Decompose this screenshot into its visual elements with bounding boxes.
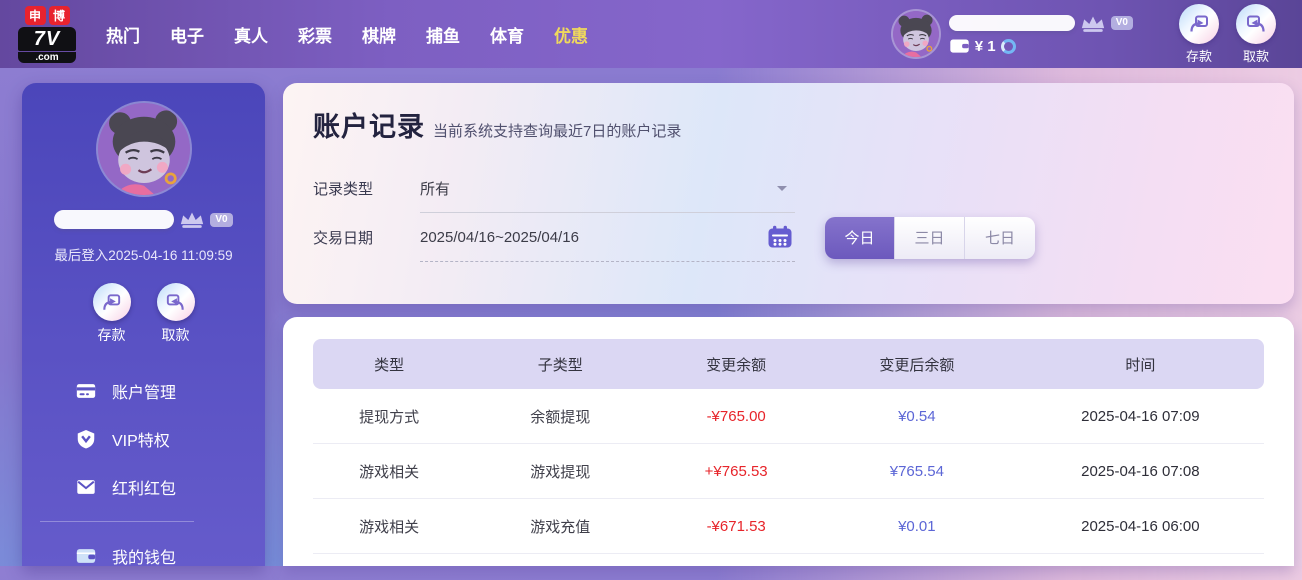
withdraw-button[interactable]: 取款 bbox=[1236, 4, 1276, 65]
records-table-panel: 类型 子类型 变更余额 变更后余额 时间 提现方式 余额提现 -¥765.00 … bbox=[283, 317, 1294, 566]
sidebar-divider bbox=[40, 521, 194, 522]
range-button-7days[interactable]: 七日 bbox=[965, 217, 1035, 259]
card-icon bbox=[75, 380, 97, 402]
site-logo[interactable]: 申 博 7V .com bbox=[18, 6, 76, 63]
username-masked bbox=[949, 15, 1075, 31]
logo-tag-2: 博 bbox=[49, 6, 70, 25]
envelope-icon bbox=[75, 476, 97, 498]
nav-item-slots[interactable]: 电子 bbox=[168, 18, 206, 51]
sidebar-vip-crown-icon bbox=[179, 210, 205, 229]
logo-sub-text: .com bbox=[18, 52, 76, 63]
table-header-subtype: 子类型 bbox=[465, 354, 655, 375]
cell-time: 2025-04-16 07:09 bbox=[1017, 408, 1264, 425]
cell-subtype: 游戏充值 bbox=[465, 516, 655, 537]
sidebar-deposit-icon bbox=[100, 291, 123, 314]
logo-main-text: 7V bbox=[18, 27, 76, 51]
table-row: 游戏相关 游戏提现 +¥765.53 ¥765.54 2025-04-16 07… bbox=[313, 444, 1264, 499]
record-type-label: 记录类型 bbox=[313, 178, 420, 199]
date-range-field[interactable]: 2025/04/16~2025/04/16 bbox=[420, 213, 795, 262]
nav-item-live[interactable]: 真人 bbox=[232, 18, 270, 51]
refresh-balance-icon[interactable] bbox=[1001, 39, 1016, 54]
vip-level-badge: V0 bbox=[1111, 16, 1133, 30]
record-type-select[interactable]: 所有 bbox=[420, 164, 795, 213]
transaction-date-label: 交易日期 bbox=[313, 227, 420, 248]
logo-tag-1: 申 bbox=[25, 6, 46, 25]
range-button-3days[interactable]: 三日 bbox=[895, 217, 965, 259]
sidebar-username-masked bbox=[54, 210, 174, 229]
date-range-value: 2025/04/16~2025/04/16 bbox=[420, 229, 579, 246]
sidebar-avatar bbox=[98, 103, 190, 195]
topbar-user-block: V0 ¥ 1 bbox=[893, 11, 1133, 57]
deposit-button[interactable]: 存款 bbox=[1179, 4, 1219, 65]
page-subtitle: 当前系统支持查询最近7日的账户记录 bbox=[433, 120, 681, 141]
cell-type: 游戏相关 bbox=[313, 516, 465, 537]
chevron-down-icon bbox=[777, 186, 787, 196]
top-navbar: 申 博 7V .com 热门 电子 真人 彩票 棋牌 捕鱼 体育 优惠 V0 bbox=[0, 0, 1302, 68]
cell-balance-after: ¥765.54 bbox=[817, 463, 1017, 480]
sidebar-item-label: 我的钱包 bbox=[112, 544, 176, 568]
record-type-value: 所有 bbox=[420, 178, 450, 199]
nav-item-fishing[interactable]: 捕鱼 bbox=[424, 18, 462, 51]
cell-balance-after: ¥0.01 bbox=[817, 518, 1017, 535]
calendar-icon[interactable] bbox=[767, 225, 793, 249]
withdraw-icon bbox=[1244, 12, 1268, 36]
shield-vip-icon bbox=[75, 428, 97, 450]
wallet-icon bbox=[949, 38, 970, 54]
sidebar-withdraw-label: 取款 bbox=[162, 325, 190, 345]
table-header-row: 类型 子类型 变更余额 变更后余额 时间 bbox=[313, 339, 1264, 389]
sidebar-item-bonus-redpacket[interactable]: 红利红包 bbox=[75, 463, 265, 511]
cell-balance-after: ¥0.54 bbox=[817, 408, 1017, 425]
cell-time: 2025-04-16 07:08 bbox=[1017, 463, 1264, 480]
cell-type: 游戏相关 bbox=[313, 461, 465, 482]
sidebar-withdraw-icon bbox=[164, 291, 187, 314]
user-avatar[interactable] bbox=[893, 11, 939, 57]
nav-item-sports[interactable]: 体育 bbox=[488, 18, 526, 51]
cell-change-amount: +¥765.53 bbox=[655, 463, 817, 480]
table-header-time: 时间 bbox=[1017, 354, 1264, 375]
nav-item-promos[interactable]: 优惠 bbox=[552, 18, 590, 51]
deposit-icon bbox=[1187, 12, 1211, 36]
date-range-toggle: 今日 三日 七日 bbox=[825, 217, 1035, 259]
user-sidebar: V0 最后登入2025-04-16 11:09:59 存款 取款 账户管理 VI… bbox=[22, 83, 265, 566]
table-header-change: 变更余额 bbox=[655, 354, 817, 375]
table-header-balance-after: 变更后余额 bbox=[817, 354, 1017, 375]
sidebar-deposit-button[interactable]: 存款 bbox=[93, 283, 131, 345]
sidebar-vip-level-badge: V0 bbox=[210, 213, 232, 227]
table-header-type: 类型 bbox=[313, 354, 465, 375]
table-row: 游戏相关 游戏充值 -¥671.53 ¥0.01 2025-04-16 06:0… bbox=[313, 499, 1264, 554]
cell-time: 2025-04-16 06:00 bbox=[1017, 518, 1264, 535]
sidebar-item-label: 红利红包 bbox=[112, 475, 176, 499]
withdraw-label: 取款 bbox=[1243, 46, 1269, 65]
balance-amount: ¥ 1 bbox=[975, 38, 996, 55]
sidebar-item-label: 账户管理 bbox=[112, 379, 176, 403]
cell-change-amount: -¥671.53 bbox=[655, 518, 817, 535]
account-records-header-panel: 账户记录 当前系统支持查询最近7日的账户记录 记录类型 所有 交易日期 2025… bbox=[283, 83, 1294, 304]
last-login-text: 最后登入2025-04-16 11:09:59 bbox=[54, 244, 232, 264]
main-menu: 热门 电子 真人 彩票 棋牌 捕鱼 体育 优惠 bbox=[104, 18, 590, 51]
range-button-today[interactable]: 今日 bbox=[825, 217, 895, 259]
cell-change-amount: -¥765.00 bbox=[655, 408, 817, 425]
nav-item-chess[interactable]: 棋牌 bbox=[360, 18, 398, 51]
nav-item-hot[interactable]: 热门 bbox=[104, 18, 142, 51]
nav-item-lottery[interactable]: 彩票 bbox=[296, 18, 334, 51]
cell-type: 提现方式 bbox=[313, 406, 465, 427]
page-title: 账户记录 bbox=[313, 105, 425, 144]
vip-crown-icon bbox=[1080, 14, 1106, 33]
sidebar-item-my-wallet[interactable]: 我的钱包 bbox=[75, 532, 265, 580]
table-row: 提现方式 余额提现 -¥765.00 ¥0.54 2025-04-16 07:0… bbox=[313, 389, 1264, 444]
sidebar-item-vip-privileges[interactable]: VIP特权 bbox=[75, 415, 265, 463]
cell-subtype: 游戏提现 bbox=[465, 461, 655, 482]
wallet-icon bbox=[75, 545, 97, 567]
sidebar-withdraw-button[interactable]: 取款 bbox=[157, 283, 195, 345]
sidebar-deposit-label: 存款 bbox=[98, 325, 126, 345]
sidebar-item-account-management[interactable]: 账户管理 bbox=[75, 367, 265, 415]
cell-subtype: 余额提现 bbox=[465, 406, 655, 427]
deposit-label: 存款 bbox=[1186, 46, 1212, 65]
sidebar-item-label: VIP特权 bbox=[112, 427, 170, 451]
